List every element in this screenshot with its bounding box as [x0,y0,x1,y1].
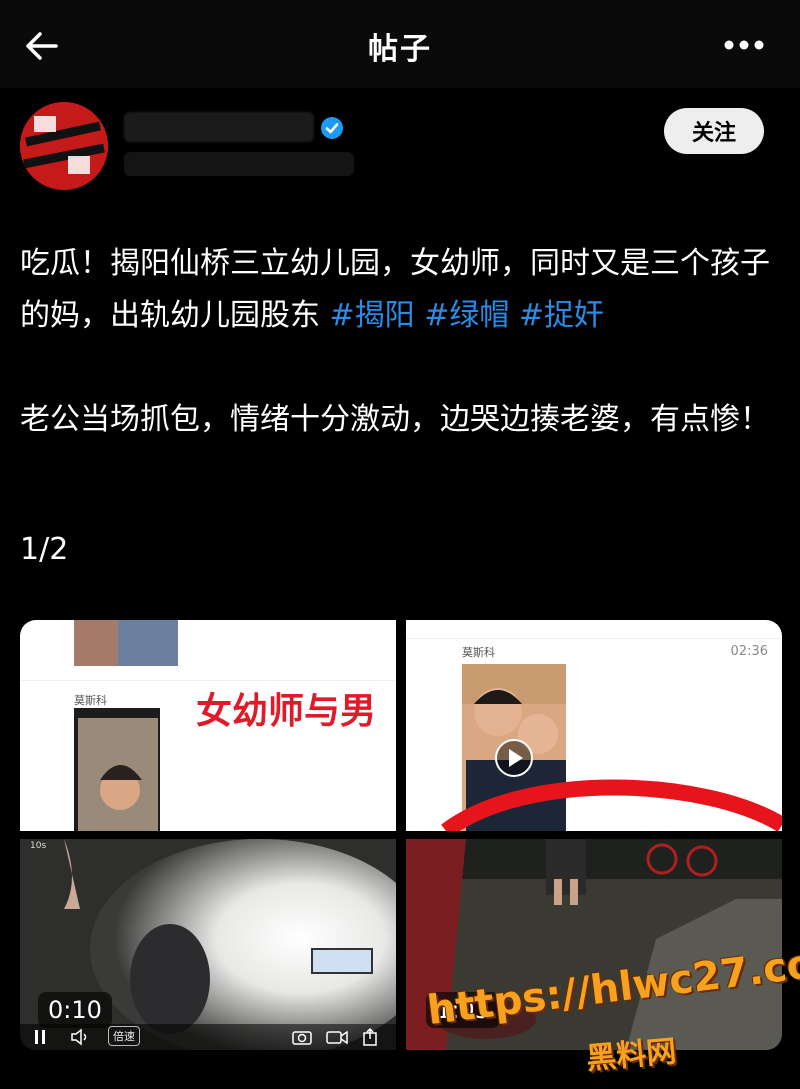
post-paragraph-2: 老公当场抓包，情绪十分激动，边哭边揍老婆，有点惨！ [20,402,770,437]
share-icon[interactable] [362,1028,378,1046]
playback-speed-button[interactable]: 倍速 [108,1026,140,1046]
camera-icon[interactable] [292,1029,312,1045]
page-title: 帖子 [368,32,432,67]
video-record-icon[interactable] [326,1029,348,1045]
media-image-2[interactable]: 莫斯科 02:36 [406,620,782,831]
redacted-name [124,112,314,142]
overlay-headline: 女幼师与男 [196,691,377,732]
message-time: 02:36 [730,644,768,659]
post-paragraph-1: 吃瓜！揭阳仙桥三立幼儿园，女幼师，同时又是三个孩子的妈，出轨幼儿园股东 #揭阳 … [20,238,784,342]
hashtag-link[interactable]: #捉奸 [519,298,604,333]
chat-contact-name: 莫斯科 [462,646,495,659]
author-name-redacted[interactable] [124,112,364,182]
verified-badge-icon [321,117,343,139]
post-body: 吃瓜！揭阳仙桥三立幼儿园，女幼师，同时又是三个孩子的妈，出轨幼儿园股东 #揭阳 … [20,238,784,446]
hashtag-link[interactable]: #绿帽 [424,298,509,333]
media-video-1[interactable]: 10s 0:10 倍速 [20,839,396,1050]
video-badge: 10s [30,841,47,851]
avatar[interactable] [20,102,108,190]
video-controls: 倍速 [20,1024,396,1050]
more-horizontal-icon[interactable] [724,38,764,52]
avatar-logo-icon [20,102,108,190]
pause-icon[interactable] [34,1029,46,1045]
redacted-handle [124,152,354,176]
watermark-site-name: 黑料网 [584,1034,678,1077]
chat-contact-name: 莫斯科 [74,694,107,707]
post-counter: 1/2 [20,532,69,567]
volume-icon[interactable] [70,1028,90,1046]
follow-button[interactable]: 关注 [664,108,764,154]
media-image-1[interactable]: 莫斯科 女幼师与男 [20,620,396,831]
top-bar: 帖子 [0,0,800,88]
hashtag-link[interactable]: #揭阳 [330,298,415,333]
video-duration: 0:10 [38,992,112,1028]
